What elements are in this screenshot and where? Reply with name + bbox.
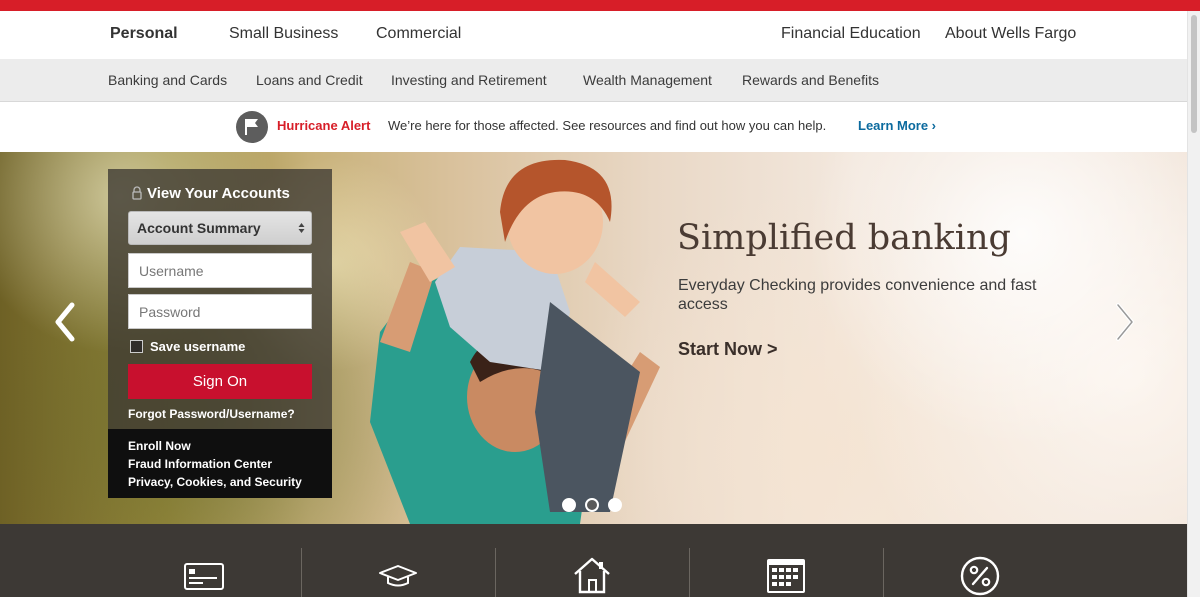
login-title: View Your Accounts <box>147 185 290 202</box>
credit-card-icon[interactable] <box>184 563 224 590</box>
strip-divider <box>301 548 302 597</box>
calendar-icon[interactable] <box>766 558 806 594</box>
nav-rewards-and-benefits[interactable]: Rewards and Benefits <box>742 72 879 88</box>
select-arrows-icon <box>298 223 305 233</box>
account-destination-select[interactable]: Account Summary <box>128 211 312 245</box>
feature-strip <box>0 524 1188 597</box>
nav-financial-education[interactable]: Financial Education <box>781 25 921 43</box>
forgot-password-link[interactable]: Forgot Password/Username? <box>128 407 295 421</box>
login-links: Enroll Now Fraud Information Center Priv… <box>108 429 332 498</box>
start-now-link[interactable]: Start Now > <box>678 339 778 360</box>
privacy-cookies-security-link[interactable]: Privacy, Cookies, and Security <box>128 475 302 489</box>
learn-more-link[interactable]: Learn More › <box>858 118 936 133</box>
alert-message: We’re here for those affected. See resou… <box>388 118 827 133</box>
nav-small-business[interactable]: Small Business <box>229 25 338 43</box>
scrollbar-thumb[interactable] <box>1191 15 1197 133</box>
alert-label: Hurricane Alert <box>277 118 371 133</box>
primary-nav: Personal Small Business Commercial Finan… <box>0 11 1188 59</box>
nav-investing-and-retirement[interactable]: Investing and Retirement <box>391 72 547 88</box>
page-scrollbar[interactable] <box>1187 11 1200 597</box>
graduation-cap-icon[interactable] <box>378 564 418 588</box>
fraud-information-center-link[interactable]: Fraud Information Center <box>128 457 272 471</box>
brand-top-bar <box>0 0 1200 11</box>
password-input[interactable] <box>128 294 312 329</box>
next-slide-icon[interactable] <box>1112 302 1138 342</box>
save-username-checkbox[interactable] <box>130 340 143 353</box>
carousel-dot-1[interactable] <box>562 498 576 512</box>
nav-loans-and-credit[interactable]: Loans and Credit <box>256 72 363 88</box>
strip-divider <box>689 548 690 597</box>
hero-carousel: Simplified banking Everyday Checking pro… <box>0 152 1188 524</box>
hero-title: Simplified banking <box>677 218 1011 258</box>
nav-wealth-management[interactable]: Wealth Management <box>583 72 712 88</box>
percent-icon[interactable] <box>960 556 1000 596</box>
house-icon[interactable] <box>572 556 612 594</box>
lock-icon <box>132 186 142 200</box>
enroll-now-link[interactable]: Enroll Now <box>128 439 191 453</box>
previous-slide-icon[interactable] <box>52 302 78 342</box>
sign-on-button[interactable]: Sign On <box>128 364 312 399</box>
nav-commercial[interactable]: Commercial <box>376 25 461 43</box>
flag-icon <box>236 111 268 143</box>
save-username-label[interactable]: Save username <box>150 339 245 354</box>
carousel-dots <box>560 498 630 516</box>
carousel-dot-3[interactable] <box>608 498 622 512</box>
alert-banner: Hurricane Alert We’re here for those aff… <box>0 102 1188 152</box>
username-input[interactable] <box>128 253 312 288</box>
nav-banking-and-cards[interactable]: Banking and Cards <box>108 72 227 88</box>
hero-photo <box>370 159 660 524</box>
secondary-nav: Banking and Cards Loans and Credit Inves… <box>0 59 1188 102</box>
account-destination-value: Account Summary <box>137 220 261 236</box>
nav-about-wells-fargo[interactable]: About Wells Fargo <box>945 25 1076 43</box>
strip-divider <box>495 548 496 597</box>
hero-subtitle: Everyday Checking provides convenience a… <box>678 277 1037 313</box>
strip-divider <box>883 548 884 597</box>
nav-personal[interactable]: Personal <box>110 25 178 43</box>
carousel-dot-2[interactable] <box>585 498 599 512</box>
